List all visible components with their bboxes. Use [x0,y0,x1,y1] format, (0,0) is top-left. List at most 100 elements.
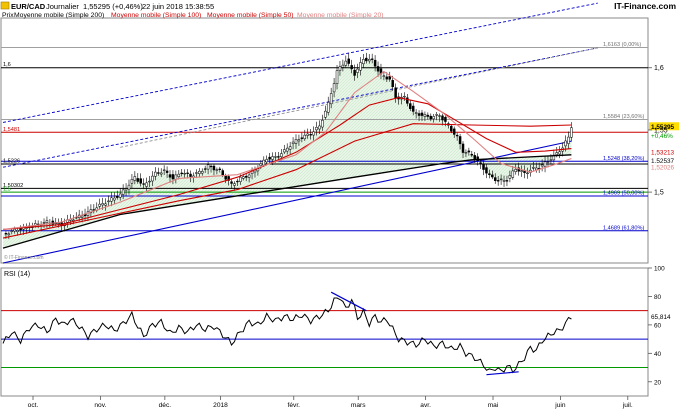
rsi-y-tick-label-4: 100 [654,266,665,273]
level-label-1: 1,6 [3,62,11,68]
candle-body [277,156,280,158]
candle-body [291,141,295,145]
candle-body [130,179,134,184]
candle-body [221,170,224,176]
candle-body [98,203,101,207]
candle-body [540,164,544,167]
candle-body [233,183,236,186]
candle-body [183,172,186,175]
candle-body [458,136,462,145]
candle-body [157,172,160,174]
period-label: Journalier [46,2,79,11]
candle-body [441,115,444,121]
candle-body [356,68,359,73]
candle-body [464,152,468,154]
candle-body [409,103,412,109]
candle-body [294,139,298,144]
candle-body [121,189,125,195]
candle-body [285,147,289,152]
candle-body [244,175,248,178]
candle-body [209,165,213,168]
candle-body [315,127,318,131]
price-y-tick-label-1: 1,55 [654,127,668,134]
candle-body [318,125,321,130]
eurcad-chart: 1,6163 (0,00%) 1,6 1,5584 (23,60%) 1,5481 1,… [0,1,679,409]
candle-body [491,174,494,178]
candle-body [353,69,356,76]
candle-body [482,164,485,170]
indicator-legend-prix: Prix [2,12,14,19]
candle-body [306,133,309,136]
candle-body [45,220,49,223]
price-badge-5: 1,52026 [649,162,679,171]
candle-body [136,178,140,182]
candle-body [332,83,336,93]
indicator-legend-sma20: Moyenne mobile (Simple 20) [297,12,384,19]
candle-body [186,172,189,174]
indicator-legend-sma50: Moyenne mobile (Simple 50) [207,12,294,19]
level-label-8: 1,4969 (50,00%) [603,190,644,196]
rsi-title: RSI (14) [4,271,30,278]
candle-body [7,233,11,236]
candle-body [259,163,263,167]
candle-body [493,177,497,181]
candle-body [168,174,172,178]
candle-body [391,80,394,88]
candle-body [110,197,113,202]
rsi-last-value-label: 65,814 [651,314,671,321]
candle-body [558,151,561,155]
candle-body [508,175,512,179]
candle-body [116,195,119,198]
price-badge-text: 1,52026 [651,164,675,171]
candle-body [526,172,529,174]
candle-body [567,136,570,144]
candle-body [92,209,96,211]
candle-body [159,172,163,175]
candle-body [570,127,573,138]
candle-body [280,153,283,157]
candle-body [80,215,84,218]
candle-body [139,178,142,184]
candle-body [271,156,274,160]
candle-body [467,150,471,153]
level-label-0: 1,6163 (0,00%) [603,42,641,48]
candle-body [532,167,535,169]
candle-body [274,156,277,158]
x-tick-label-5: mars [351,402,366,409]
x-tick-label-4: févr. [288,402,301,409]
candle-body [133,176,137,181]
candle-body [127,184,131,190]
x-tick-label-3: 2018 [213,402,228,409]
candle-body [16,230,19,232]
price-badge-3: 1,53213 [649,148,679,157]
candle-body [444,117,447,122]
candle-body [438,115,441,117]
indicator-legend-sma200: Moyenne mobile (Simple 200) [14,12,104,19]
candle-body [403,95,406,98]
datetime-label: 22 juin 2018 15:38:55 [142,2,214,11]
chart-icon [0,1,10,10]
level-label-9: 1,4689 (61,80%) [603,225,644,231]
candle-body [485,167,488,174]
candle-body [350,65,353,70]
candle-body [107,200,110,202]
level-label-2: 1,5584 (23,60%) [603,114,644,120]
candle-body [162,169,166,171]
candle-body [420,112,424,116]
candle-body [203,168,207,170]
candle-body [177,173,181,177]
candle-body [376,66,380,72]
rsi-y-tick-label-2: 60 [654,322,662,329]
candle-body [198,170,201,174]
rsi-panel-frame [0,267,649,397]
candle-body [104,203,107,206]
candle-body [452,128,456,135]
level-label-3: 1,5481 [3,127,20,133]
candle-body [382,75,386,77]
candle-body [394,87,397,98]
candle-body [57,222,60,225]
candle-body [142,183,145,185]
level-label-4: 1,5248 (38,20%) [603,156,644,162]
candle-body [312,131,315,136]
candle-body [195,172,198,174]
